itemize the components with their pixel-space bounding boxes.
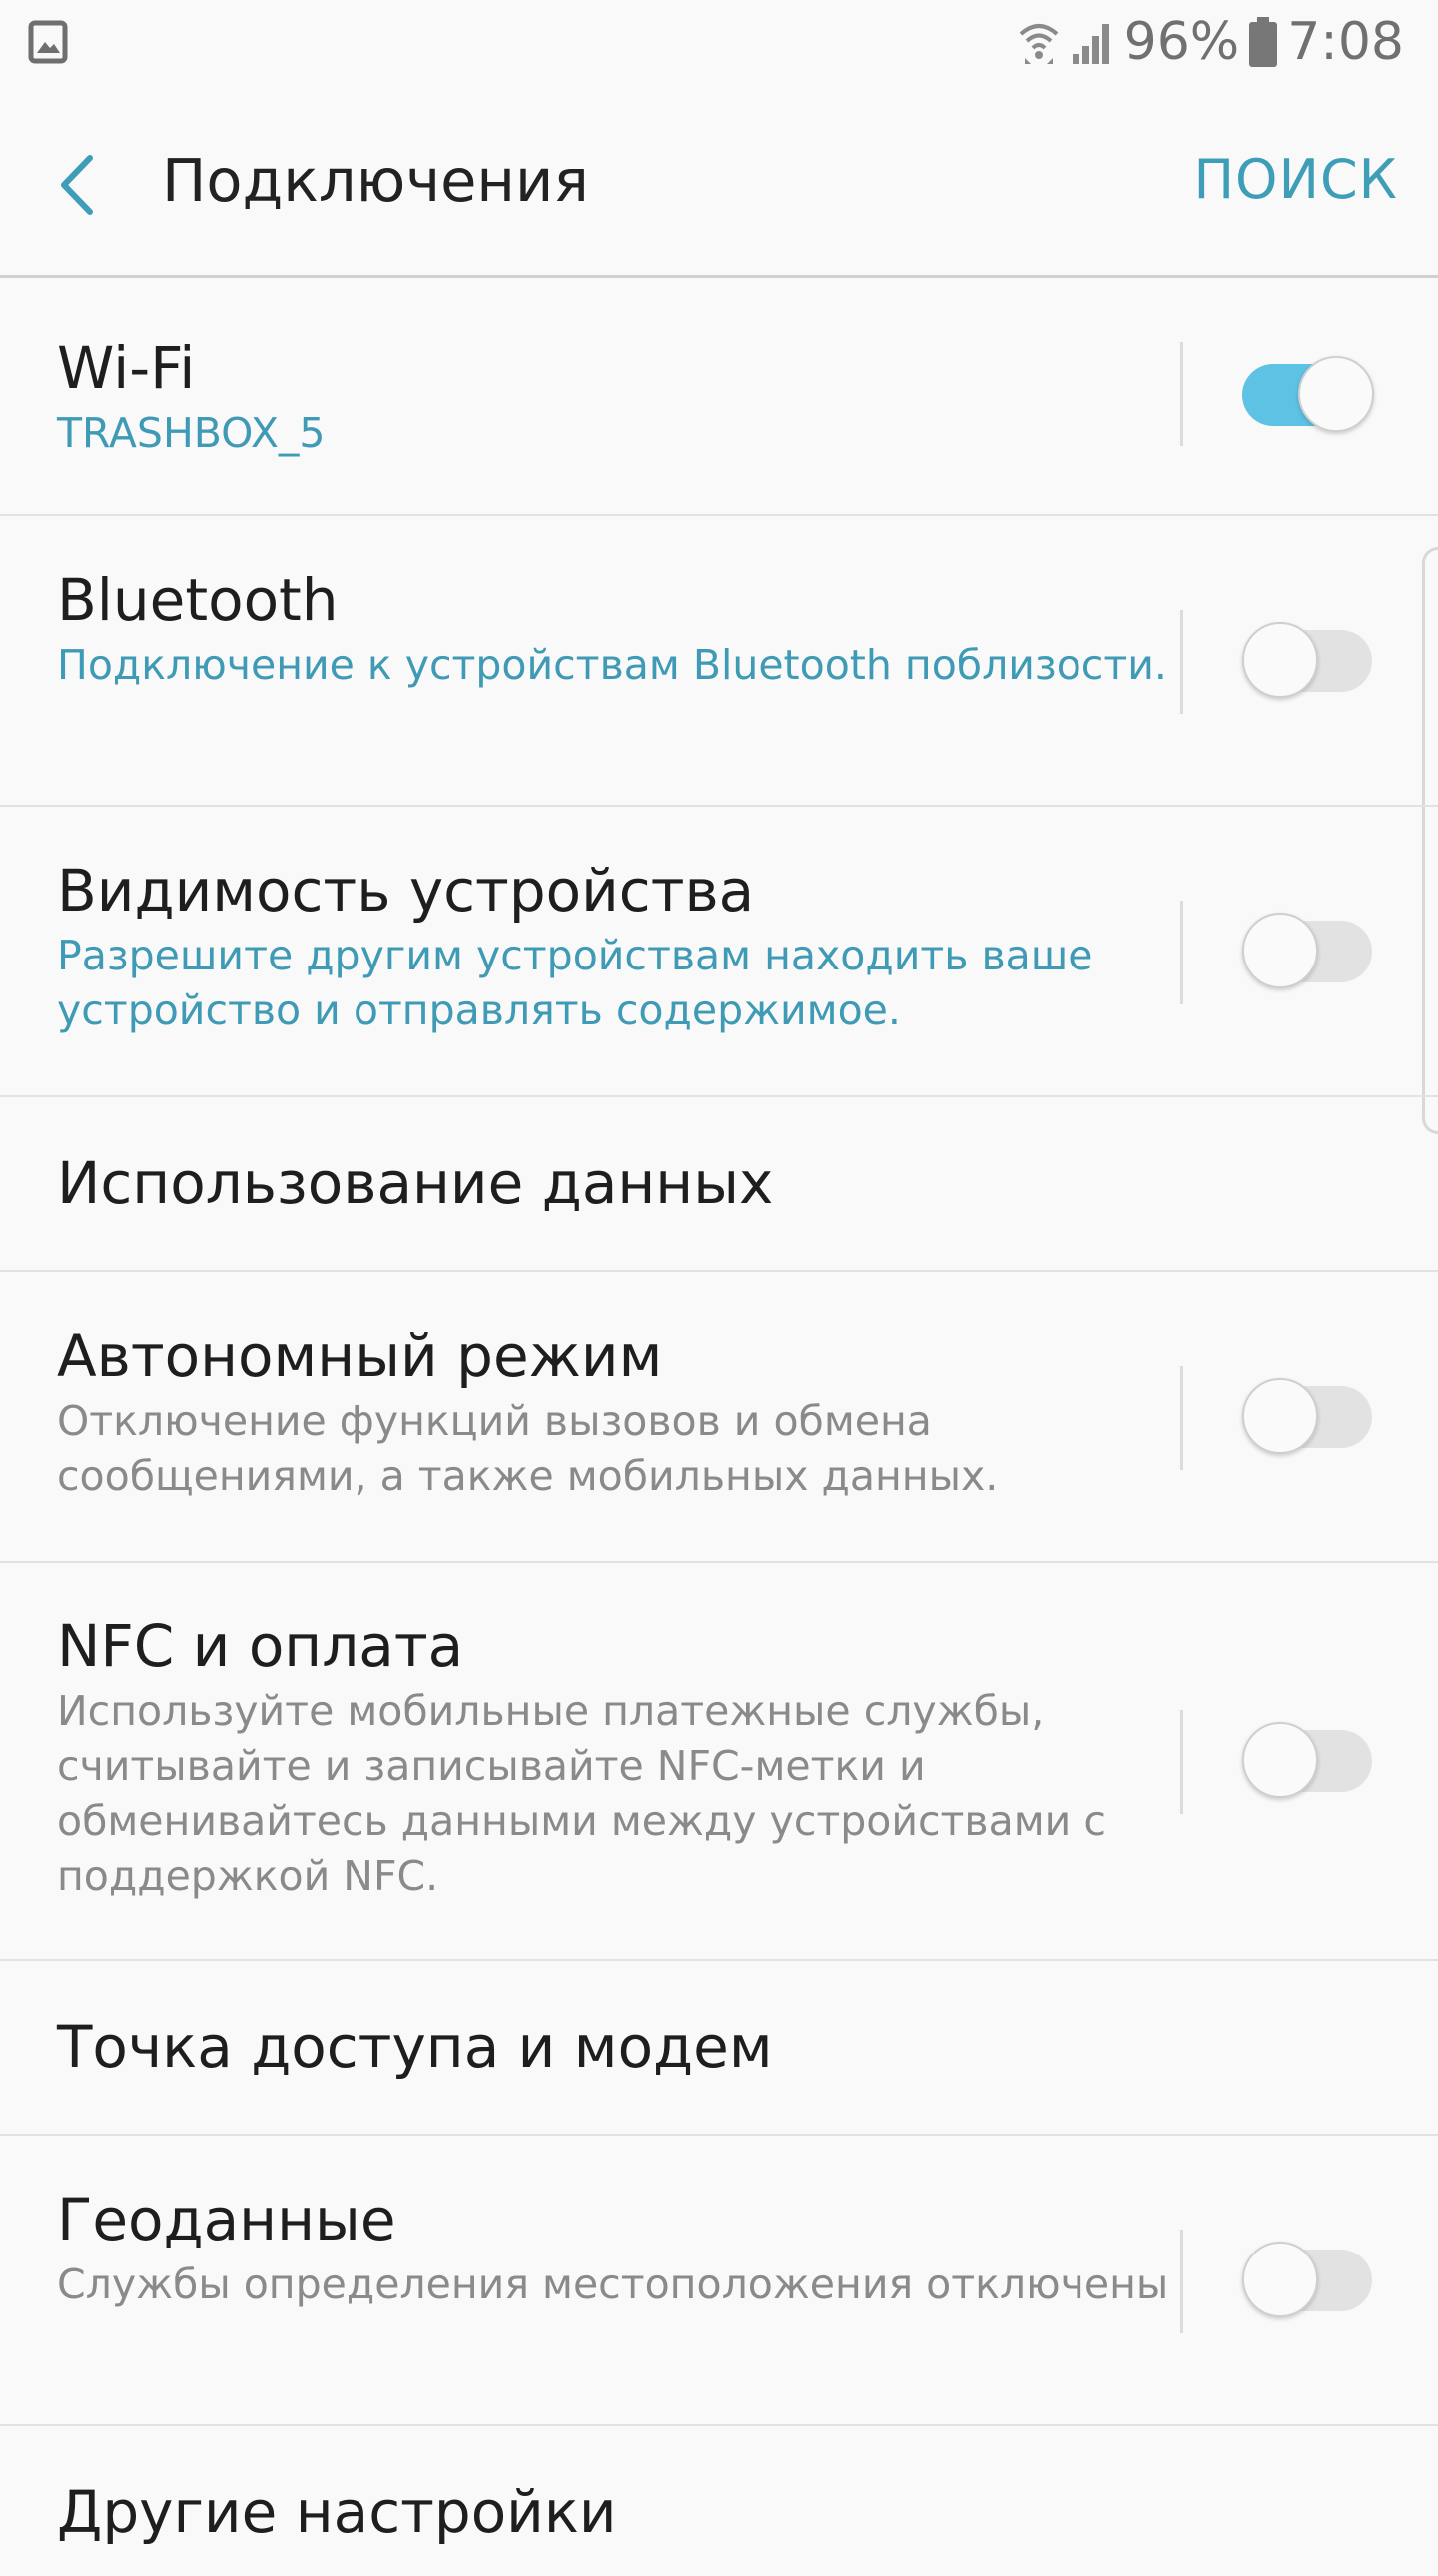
setting-title: Wi-Fi bbox=[57, 334, 196, 402]
setting-title: Использование данных bbox=[57, 1149, 774, 1217]
status-icons: 96% 7:08 bbox=[1017, 10, 1404, 74]
setting-title: Видимость устройства bbox=[57, 857, 755, 925]
setting-bluetooth[interactable]: Bluetooth Подключение к устройствам Blue… bbox=[0, 516, 1438, 807]
setting-title: Другие настройки bbox=[57, 2478, 617, 2546]
app-bar: Подключения ПОИСК bbox=[0, 86, 1438, 278]
divider bbox=[1180, 1710, 1183, 1814]
setting-location[interactable]: Геоданные Службы определения местоположе… bbox=[0, 2136, 1438, 2426]
setting-title: Bluetooth bbox=[57, 566, 339, 634]
setting-subtitle: Используйте мобильные платежные службы, … bbox=[57, 1687, 1106, 1900]
setting-title: Точка доступа и модем bbox=[57, 2013, 773, 2081]
location-toggle[interactable] bbox=[1242, 2242, 1372, 2317]
bluetooth-toggle[interactable] bbox=[1242, 622, 1372, 698]
divider bbox=[1180, 2230, 1183, 2333]
setting-title: NFC и оплата bbox=[57, 1612, 464, 1680]
wifi-toggle[interactable] bbox=[1242, 356, 1374, 432]
setting-data-usage[interactable]: Использование данных bbox=[0, 1097, 1438, 1272]
setting-nfc-payment[interactable]: NFC и оплата Используйте мобильные плате… bbox=[0, 1563, 1438, 1961]
setting-more[interactable]: Другие настройки bbox=[0, 2426, 1438, 2576]
nfc-toggle[interactable] bbox=[1242, 1722, 1372, 1798]
visibility-toggle[interactable] bbox=[1242, 913, 1372, 988]
setting-title: Геоданные bbox=[57, 2186, 396, 2254]
divider bbox=[1180, 901, 1183, 1004]
clock: 7:08 bbox=[1287, 12, 1404, 72]
divider bbox=[1180, 1366, 1183, 1470]
setting-subtitle: Разрешите другим устройствам находить ва… bbox=[57, 932, 1093, 1034]
airplane-toggle[interactable] bbox=[1242, 1378, 1372, 1454]
settings-list: Wi-Fi TRASHBOX_5 Bluetooth Подключение к… bbox=[0, 281, 1438, 2576]
setting-subtitle: TRASHBOX_5 bbox=[57, 409, 326, 457]
setting-subtitle: Подключение к устройствам Bluetooth побл… bbox=[57, 641, 1167, 689]
gallery-icon bbox=[28, 20, 68, 64]
setting-subtitle: Отключение функций вызовов и обмена сооб… bbox=[57, 1397, 999, 1500]
divider bbox=[1180, 610, 1183, 714]
battery-icon bbox=[1249, 17, 1278, 67]
setting-device-visibility[interactable]: Видимость устройства Разрешите другим ус… bbox=[0, 807, 1438, 1097]
signal-icon bbox=[1072, 24, 1109, 64]
wifi-icon bbox=[1019, 24, 1058, 64]
divider bbox=[1180, 342, 1183, 446]
search-button[interactable]: ПОИСК bbox=[1193, 148, 1398, 211]
battery-percent: 96% bbox=[1123, 12, 1240, 72]
status-bar: 96% 7:08 bbox=[0, 0, 1438, 86]
setting-wifi[interactable]: Wi-Fi TRASHBOX_5 bbox=[0, 281, 1438, 516]
setting-title: Автономный режим bbox=[57, 1322, 663, 1390]
setting-subtitle: Службы определения местоположения отключ… bbox=[57, 2260, 1169, 2308]
page-title: Подключения bbox=[162, 146, 589, 215]
chevron-left-icon bbox=[61, 155, 93, 215]
setting-hotspot-tethering[interactable]: Точка доступа и модем bbox=[0, 1961, 1438, 2136]
setting-airplane-mode[interactable]: Автономный режим Отключение функций вызо… bbox=[0, 1272, 1438, 1563]
back-button[interactable] bbox=[50, 150, 110, 220]
